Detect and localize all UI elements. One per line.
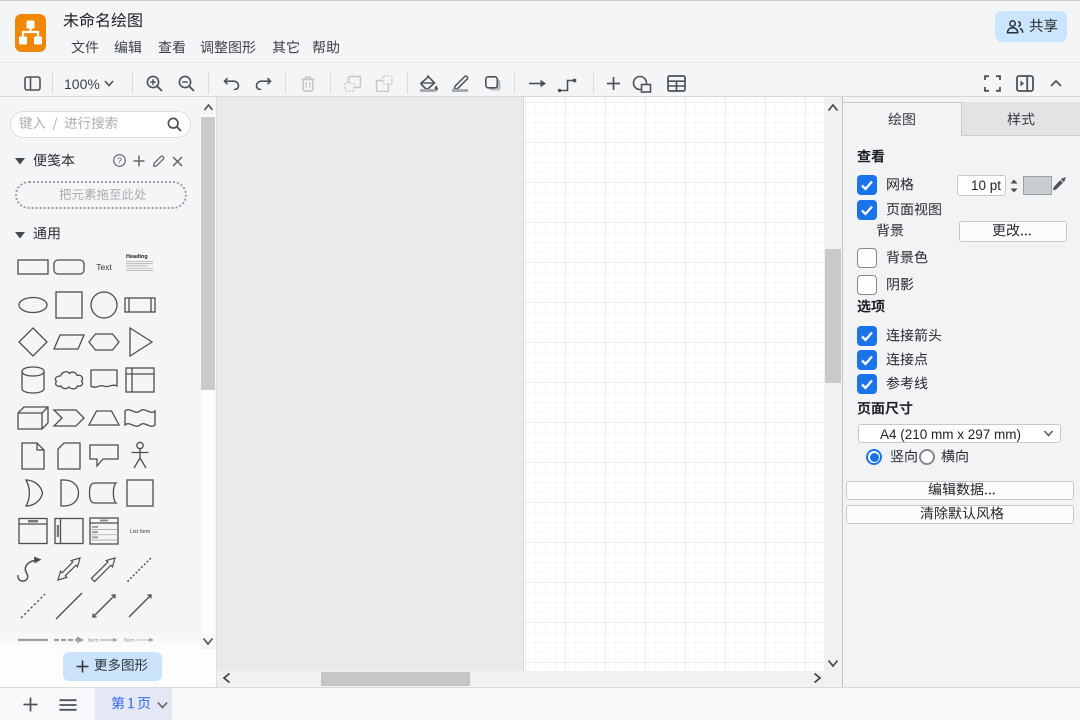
svg-text:List Item: List Item xyxy=(130,529,151,535)
svg-text:Text: Text xyxy=(97,262,113,272)
svg-text:Heading: Heading xyxy=(126,254,148,260)
svg-text:?: ? xyxy=(117,156,122,166)
